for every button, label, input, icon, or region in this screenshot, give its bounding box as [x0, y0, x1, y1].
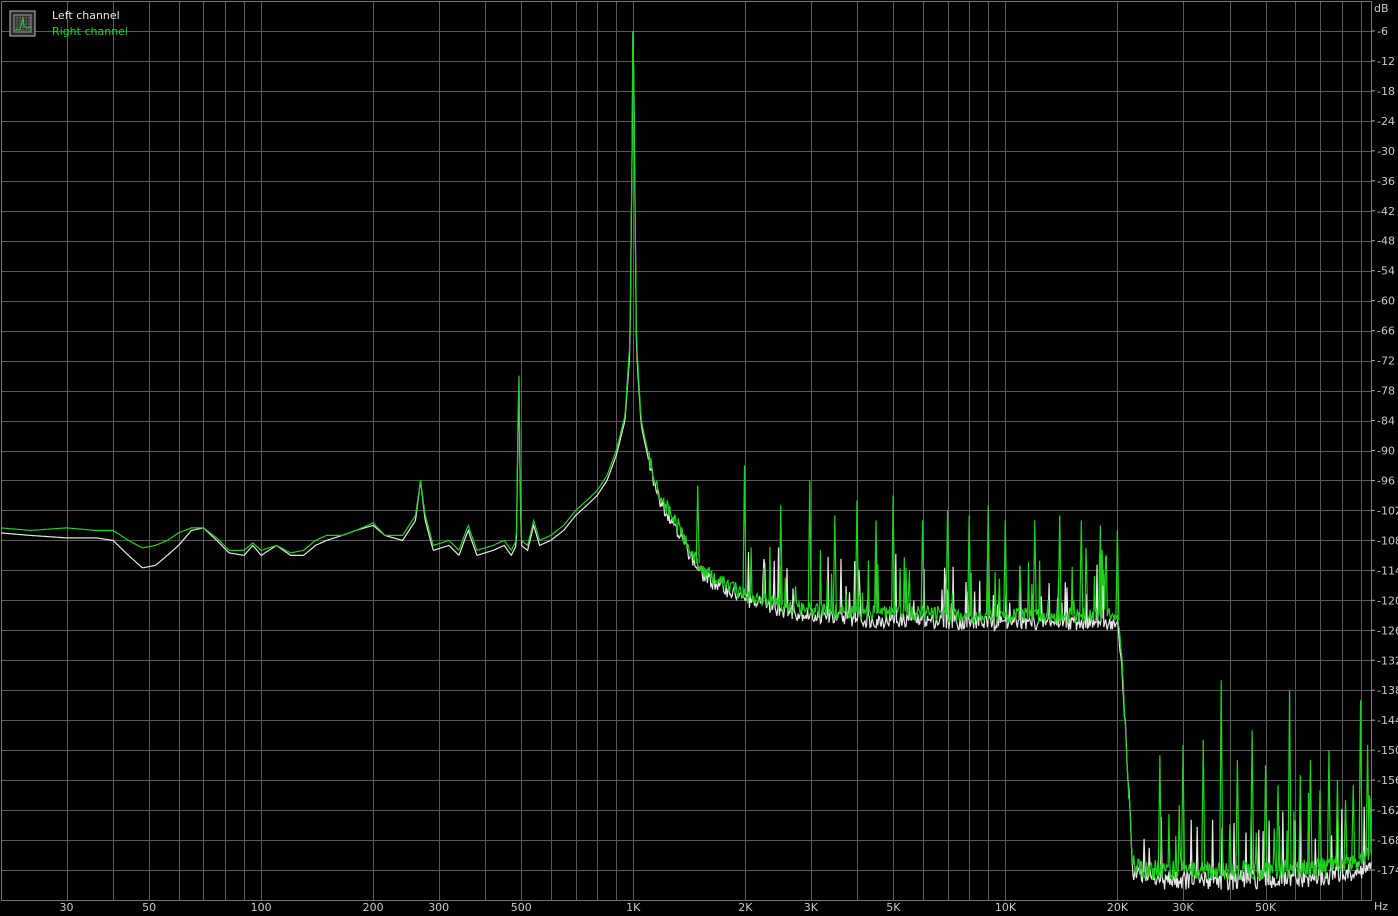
x-axis-unit-label: Hz	[1374, 900, 1388, 913]
x-tick-label: 3K	[804, 901, 819, 914]
x-tick-label: 50K	[1255, 901, 1277, 914]
y-tick-label: -30	[1377, 145, 1395, 158]
y-tick-label: -168	[1377, 834, 1398, 847]
x-tick-label: 30K	[1172, 901, 1194, 914]
y-tick-label: -48	[1377, 235, 1395, 248]
y-tick-label: -90	[1377, 445, 1395, 458]
y-tick-label: -84	[1377, 415, 1395, 428]
y-tick-label: -144	[1377, 714, 1398, 727]
y-tick-label: -60	[1377, 295, 1395, 308]
y-tick-label: -102	[1377, 504, 1398, 517]
y-tick-label: -66	[1377, 325, 1395, 338]
y-tick-label: -156	[1377, 774, 1398, 787]
y-tick-label: -54	[1377, 265, 1395, 278]
y-tick-label: -36	[1377, 175, 1395, 188]
y-tick-label: -24	[1377, 115, 1395, 128]
y-tick-label: -96	[1377, 474, 1395, 487]
y-tick-label: -132	[1377, 654, 1398, 667]
y-tick-label: -6	[1377, 25, 1388, 38]
legend-item-left-channel: Left channel	[52, 9, 120, 22]
x-tick-label: 30	[60, 901, 74, 914]
x-tick-label: 300	[428, 901, 449, 914]
y-tick-label: -78	[1377, 385, 1395, 398]
x-tick-label: 100	[251, 901, 272, 914]
spectrum-grid-icon[interactable]	[9, 10, 36, 37]
x-tick-label: 2K	[738, 901, 753, 914]
x-tick-label: 5K	[886, 901, 901, 914]
chart-background	[0, 0, 1398, 916]
y-tick-label: -108	[1377, 534, 1398, 547]
x-tick-label: 200	[363, 901, 384, 914]
y-axis-unit-label: dB	[1374, 2, 1389, 15]
spectrum-chart: -6 -12 -18 -24 -30 -36 -42 -48 -54 -60 -66 -72 -78 -8…	[0, 0, 1398, 916]
y-tick-label: -120	[1377, 594, 1398, 607]
y-tick-label: -126	[1377, 624, 1398, 637]
x-tick-label: 500	[511, 901, 532, 914]
y-tick-label: -114	[1377, 564, 1398, 577]
x-tick-label: 10K	[995, 901, 1017, 914]
y-tick-label: -150	[1377, 744, 1398, 757]
y-tick-label: -12	[1377, 55, 1395, 68]
y-tick-label: -138	[1377, 684, 1398, 697]
x-tick-label: 50	[142, 901, 156, 914]
legend-item-right-channel: Right channel	[52, 25, 128, 38]
y-tick-label: -162	[1377, 804, 1398, 817]
x-tick-label: 20K	[1107, 901, 1129, 914]
y-tick-label: -72	[1377, 355, 1395, 368]
y-tick-label: -42	[1377, 205, 1395, 218]
x-tick-label: 1K	[626, 901, 641, 914]
y-tick-label: -18	[1377, 85, 1395, 98]
y-tick-label: -174	[1377, 864, 1398, 877]
